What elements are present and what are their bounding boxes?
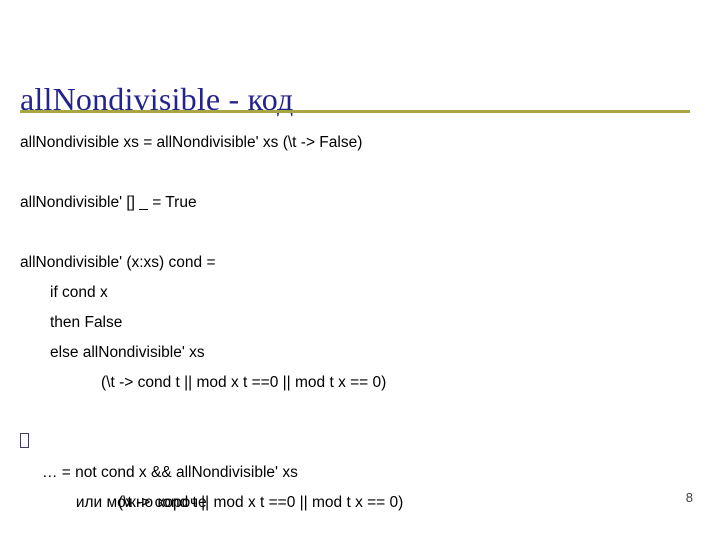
- code-line-spacer: [0, 218, 720, 248]
- code-line: (\t -> cond t || mod x t ==0 || mod t x …: [101, 374, 387, 391]
- slide: allNondivisible - код allNondivisible xs…: [0, 0, 720, 540]
- slide-body: allNondivisible xs = allNondivisible' xs…: [0, 128, 720, 518]
- code-line: if cond x: [50, 284, 108, 301]
- code-line-spacer: [0, 398, 720, 428]
- hollow-square-bullet-icon: [20, 433, 29, 448]
- code-line: then False: [50, 314, 123, 331]
- list-item: или можно короче: [0, 428, 720, 511]
- code-line-spacer: [0, 158, 720, 188]
- code-line: … = not cond x && allNondivisible' xs: [42, 464, 298, 481]
- page-number: 8: [685, 490, 693, 505]
- code-line: allNondivisible xs = allNondivisible' xs…: [20, 134, 363, 151]
- title-underline-rule: [20, 110, 690, 113]
- code-line: allNondivisible' (x:xs) cond =: [20, 254, 216, 271]
- page-title: allNondivisible - код: [20, 81, 294, 118]
- code-line: (\t -> cond t || mod x t ==0 || mod t x …: [118, 494, 404, 511]
- code-line: else allNondivisible' xs: [50, 344, 205, 361]
- code-line: allNondivisible' [] _ = True: [20, 194, 197, 211]
